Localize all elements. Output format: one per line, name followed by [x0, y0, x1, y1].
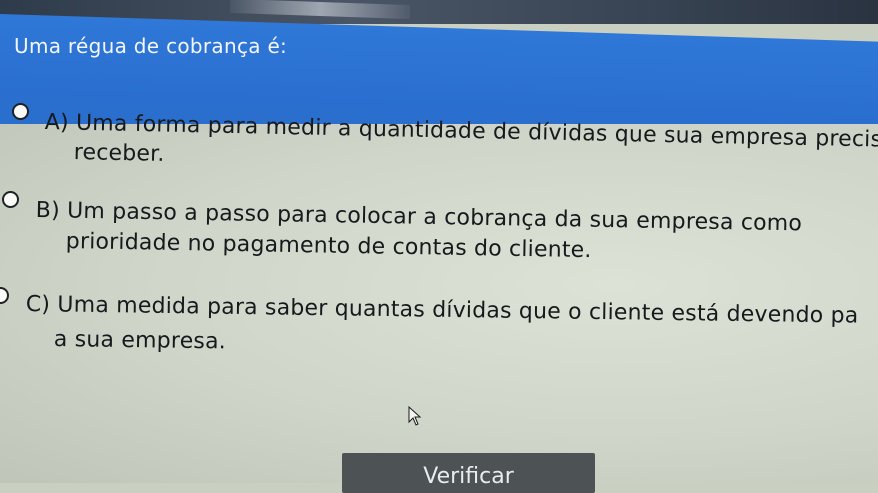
- option-b-radio[interactable]: [2, 191, 19, 208]
- verify-button[interactable]: Verificar: [342, 453, 595, 493]
- option-a-letter: A): [44, 110, 70, 136]
- option-a-radio[interactable]: [12, 103, 29, 120]
- option-b-letter: B): [35, 198, 61, 224]
- option-a-text-line2: receber.: [73, 140, 165, 167]
- option-c-text-line2: a sua empresa.: [53, 327, 227, 355]
- mouse-pointer-icon: [408, 406, 422, 426]
- option-c-letter: C): [25, 292, 51, 318]
- top-bar-glare: [230, 0, 410, 20]
- question-text: Uma régua de cobrança é:: [14, 34, 288, 58]
